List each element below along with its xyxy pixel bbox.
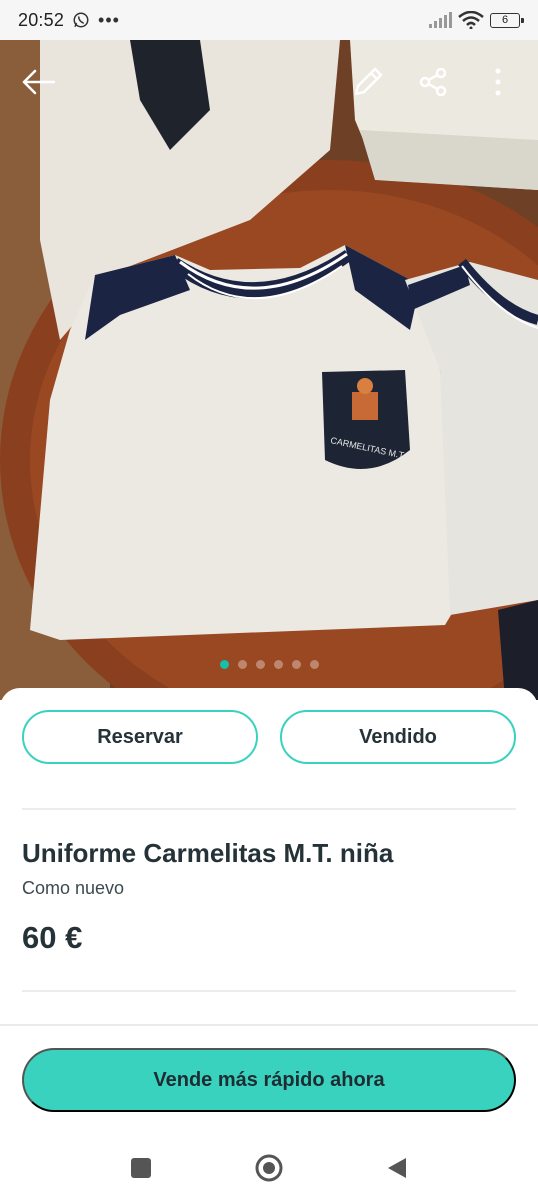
sell-faster-button[interactable]: Vende más rápido ahora — [22, 1048, 516, 1112]
sold-button[interactable]: Vendido — [280, 710, 516, 764]
whatsapp-icon — [73, 12, 89, 28]
gallery-dot[interactable] — [255, 660, 265, 669]
battery-level: 6 — [501, 14, 509, 26]
reserve-button[interactable]: Reservar — [22, 710, 258, 764]
edit-button[interactable] — [348, 62, 388, 102]
gallery-pagination — [0, 660, 538, 669]
system-nav-bar — [0, 1135, 538, 1200]
product-condition: Como nuevo — [22, 878, 125, 898]
back-arrow-icon — [22, 69, 55, 95]
home-circle-icon — [255, 1154, 283, 1181]
product-details-sheet: Reservar Vendido Uniforme Carmelitas M.T… — [0, 688, 538, 1200]
product-price: 60 € — [22, 920, 83, 955]
wifi-icon — [458, 11, 484, 29]
more-dots-icon: ••• — [98, 10, 120, 30]
section-divider — [0, 1024, 538, 1026]
nav-back-button[interactable] — [382, 1153, 412, 1183]
gallery-dot[interactable] — [219, 660, 229, 669]
back-triangle-icon — [388, 1157, 406, 1178]
more-vert-icon — [495, 68, 501, 96]
product-title: Uniforme Carmelitas M.T. niña — [22, 838, 394, 868]
share-button[interactable] — [413, 62, 453, 102]
product-image-gallery[interactable]: CARMELITAS M.T. — [0, 40, 538, 700]
divider — [22, 990, 516, 992]
recents-square-icon — [131, 1157, 151, 1178]
action-buttons: Reservar Vendido — [22, 710, 516, 764]
gallery-dot[interactable] — [291, 660, 301, 669]
home-button[interactable] — [254, 1153, 284, 1183]
battery-icon: 6 — [490, 12, 524, 28]
status-bar: 20:52 ••• 6 — [0, 0, 538, 40]
more-options-button[interactable] — [478, 62, 518, 102]
back-button[interactable] — [18, 62, 58, 102]
gallery-dot[interactable] — [309, 660, 319, 669]
status-time: 20:52 — [18, 9, 65, 30]
share-icon — [419, 67, 447, 97]
gallery-dot[interactable] — [273, 660, 283, 669]
product-photo: CARMELITAS M.T. — [0, 40, 538, 700]
edit-pencil-icon — [354, 67, 383, 96]
divider — [22, 808, 516, 810]
signal-icon — [429, 12, 452, 28]
gallery-dot[interactable] — [237, 660, 247, 669]
recents-button[interactable] — [126, 1153, 156, 1183]
